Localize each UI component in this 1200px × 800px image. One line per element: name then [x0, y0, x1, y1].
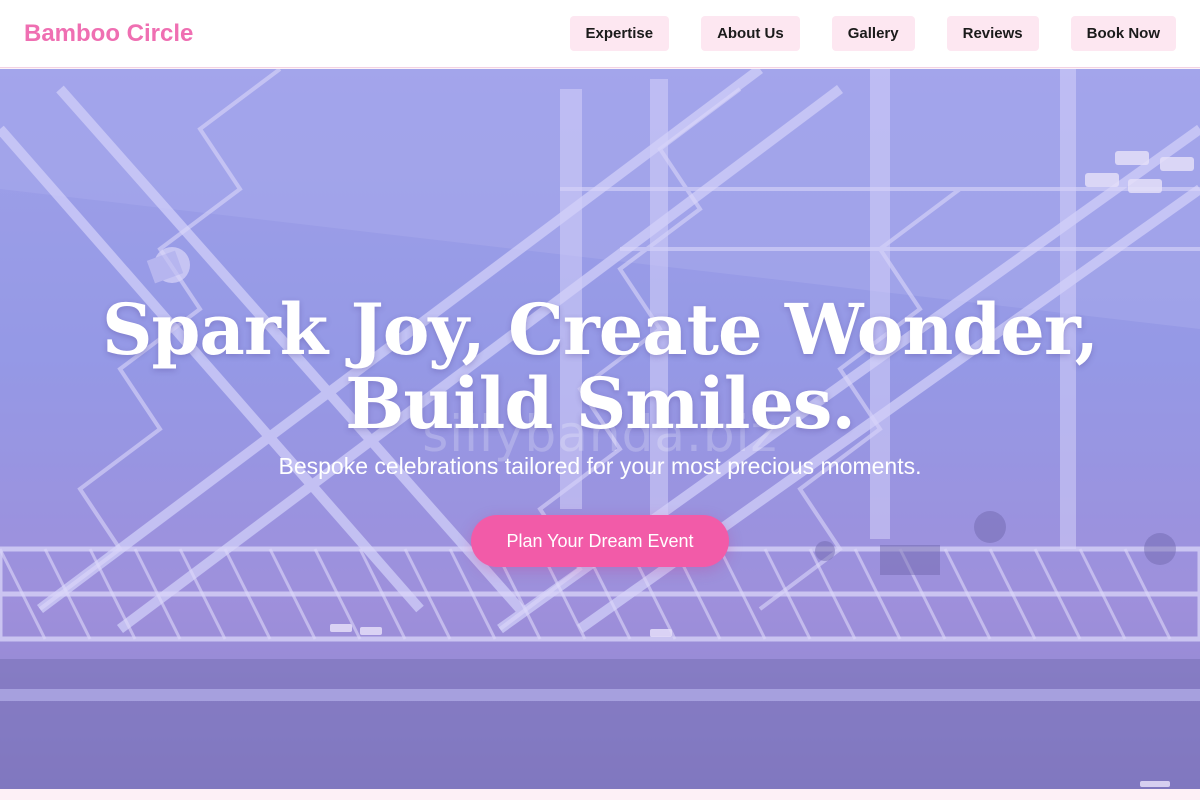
nav-expertise-button[interactable]: Expertise	[569, 16, 670, 51]
nav-reviews-button[interactable]: Reviews	[946, 16, 1039, 51]
plan-event-cta-button[interactable]: Plan Your Dream Event	[471, 515, 729, 567]
nav-about-us-button[interactable]: About Us	[701, 16, 800, 51]
page-bottom-strip	[0, 789, 1200, 800]
nav-book-now-button[interactable]: Book Now	[1070, 16, 1176, 51]
hero-section: sillybanda.biz Spark Joy, Create Wonder,…	[0, 69, 1200, 789]
main-nav: Expertise About Us Gallery Reviews Book …	[569, 16, 1176, 51]
top-navigation-bar: Bamboo Circle Expertise About Us Gallery…	[0, 0, 1200, 68]
nav-gallery-button[interactable]: Gallery	[831, 16, 915, 51]
brand-logo[interactable]: Bamboo Circle	[24, 20, 193, 48]
hero-subheadline: Bespoke celebrations tailored for your m…	[278, 453, 922, 479]
hero-headline: Spark Joy, Create Wonder, Build Smiles.	[102, 288, 1099, 445]
